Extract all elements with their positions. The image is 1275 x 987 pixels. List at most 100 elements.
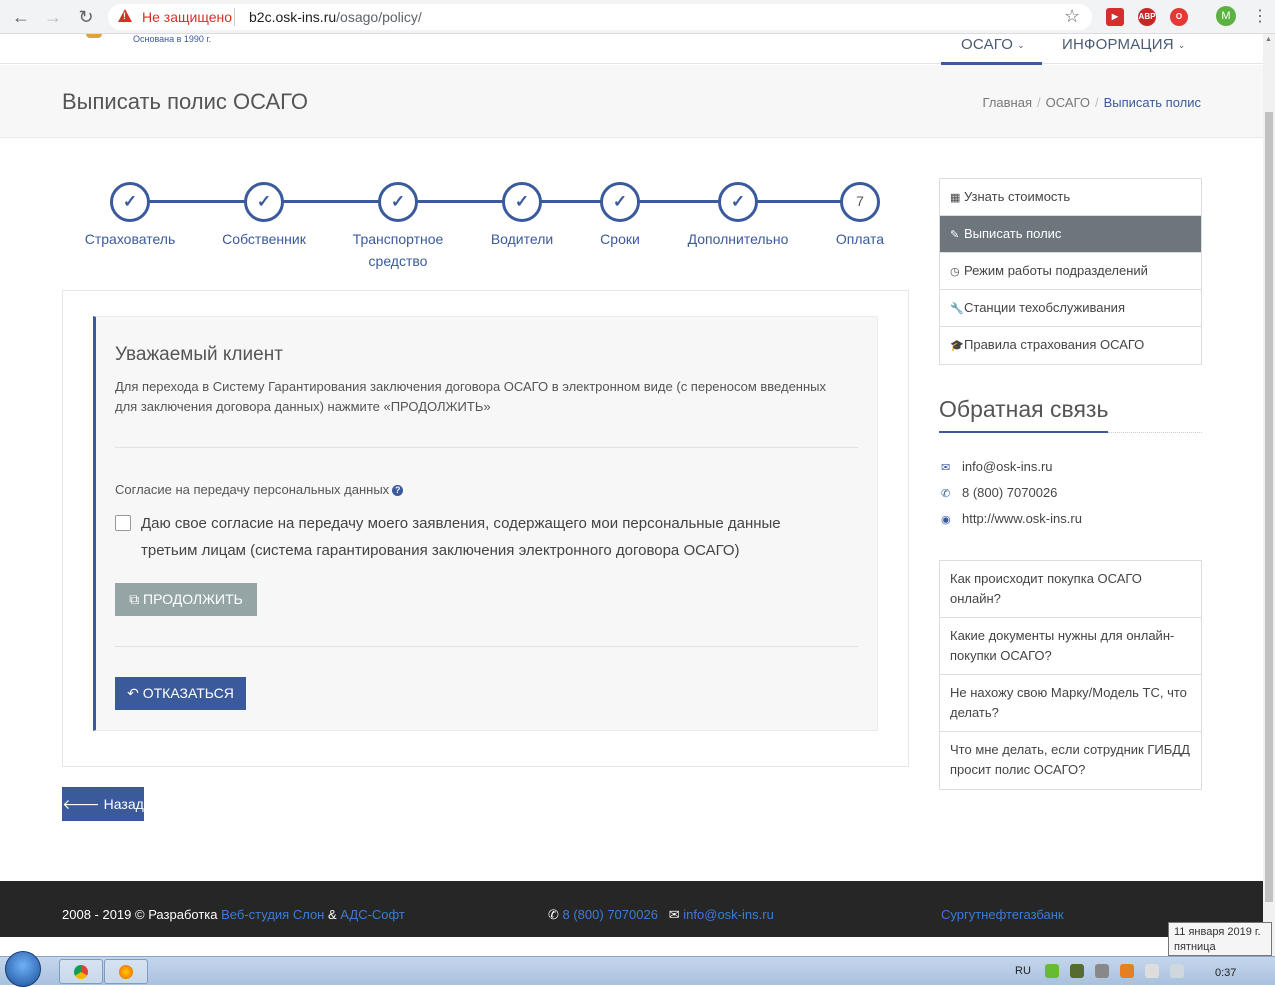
step-2-check-icon[interactable]: ✓ (244, 182, 284, 222)
sidebar-item-rules[interactable]: 🎓Правила страхования ОСАГО (940, 327, 1201, 364)
feedback-divider (1108, 432, 1202, 433)
consent-checkbox-label[interactable]: Даю свое согласие на передачу моего заяв… (141, 510, 841, 564)
sidebar-item-price[interactable]: ▦ Узнать стоимость (940, 179, 1201, 216)
url-divider (234, 8, 235, 26)
bookmark-star-icon[interactable]: ☆ (1064, 6, 1080, 27)
faq-item[interactable]: Как происходит покупка ОСАГО онлайн? (940, 561, 1201, 618)
question-circle-icon[interactable]: ? (392, 485, 404, 497)
panel-instruction-text: Для перехода в Систему Гарантирования за… (115, 379, 826, 414)
footer-email-link[interactable]: info@osk-ins.ru (683, 907, 774, 922)
sidebar-item-hours[interactable]: ◷ Режим работы подразделений (940, 253, 1201, 290)
contact-site[interactable]: ◉ http://www.osk-ins.ru (941, 511, 1082, 526)
page-scrollbar[interactable]: ▲ (1263, 34, 1275, 956)
feedback-title: Обратная связь (939, 396, 1109, 422)
panel-heading: Уважаемый клиент (115, 344, 283, 365)
faq-item[interactable]: Не нахожу свою Марку/Модель ТС, что дела… (940, 675, 1201, 732)
site-footer: 2008 - 2019 © Разработка Веб-студия Слон… (0, 881, 1263, 937)
envelope-icon: ✉ (941, 462, 951, 474)
continue-button[interactable]: ⧉ ПРОДОЛЖИТЬ (115, 583, 257, 616)
date-tooltip: 11 января 2019 г. пятница (1168, 922, 1272, 956)
globe-icon: ◉ (941, 514, 951, 526)
step-label-payment: Оплата (835, 231, 885, 247)
windows-start-icon[interactable] (5, 951, 41, 987)
breadcrumb-current: Выписать полис (1103, 95, 1201, 110)
logo-icon[interactable] (86, 34, 102, 38)
sidebar-menu: ▦ Узнать стоимость ✎ Выписать полис ◷ Режим… (939, 178, 1202, 365)
step-label-insurer[interactable]: Страхователь (60, 228, 200, 250)
back-button[interactable]: 🡐 Назад (62, 787, 144, 821)
scrollbar-thumb[interactable] (1265, 112, 1273, 902)
continue-button-label: ПРОДОЛЖИТЬ (143, 591, 243, 607)
breadcrumb-home[interactable]: Главная (983, 95, 1032, 110)
scroll-up-icon[interactable]: ▲ (1265, 36, 1272, 43)
wrench-icon: 🔧 (950, 303, 964, 315)
faq-item[interactable]: Какие документы нужны для онлайн-покупки… (940, 618, 1201, 675)
contact-phone-text: 8 (800) 7070026 (962, 485, 1058, 500)
address-bar[interactable]: Не защищено b2c.osk-ins.ru/osago/policy/… (108, 4, 1092, 30)
reply-arrow-icon: ↶ (127, 685, 143, 701)
external-link-icon: ⧉ (129, 591, 144, 607)
reload-icon[interactable]: ↻ (73, 4, 99, 30)
sidebar-item-label: Режим работы подразделений (964, 263, 1148, 278)
nav-information[interactable]: ИНФОРМАЦИЯ ⌄ (1062, 36, 1185, 53)
kebab-menu-icon[interactable]: ⋮ (1252, 6, 1268, 26)
faq-item[interactable]: Что мне делать, если сотрудник ГИБДД про… (940, 732, 1201, 789)
opera-vpn-icon[interactable]: O (1170, 8, 1188, 26)
edit-icon: ✎ (950, 229, 960, 241)
divider (115, 447, 858, 448)
step-6-check-icon[interactable]: ✓ (718, 182, 758, 222)
step-label-vehicle[interactable]: Транспортное средство (348, 228, 448, 272)
contact-email-text: info@osk-ins.ru (962, 459, 1053, 474)
tray-app-icon[interactable] (1070, 964, 1084, 978)
sidebar-item-service-stations[interactable]: 🔧Станции техобслуживания (940, 290, 1201, 327)
network-icon[interactable] (1170, 964, 1184, 978)
profile-avatar[interactable]: M (1216, 6, 1236, 26)
clock-icon: ◷ (950, 266, 960, 278)
tooltip-weekday: пятница (1174, 941, 1216, 953)
taskbar-firefox-icon[interactable] (104, 959, 148, 984)
taskbar-chrome-icon[interactable] (59, 959, 103, 984)
step-3-check-icon[interactable]: ✓ (378, 182, 418, 222)
nav-osago[interactable]: ОСАГО ⌄ (961, 36, 1025, 53)
sidebar-item-label: Выписать полис (964, 226, 1062, 241)
contact-email[interactable]: ✉ info@osk-ins.ru (941, 459, 1053, 474)
tray-app-icon[interactable] (1095, 964, 1109, 978)
volume-icon[interactable] (1145, 964, 1159, 978)
sidebar-item-label: Узнать стоимость (964, 189, 1071, 204)
footer-bank-link[interactable]: Сургутнефтегазбанк (941, 907, 1064, 922)
url-path: /osago/policy/ (336, 9, 422, 25)
tray-app-icon[interactable] (1120, 964, 1134, 978)
extension-record-icon[interactable]: ▶ (1106, 8, 1124, 26)
footer-dev1-link[interactable]: Веб-студия Слон (221, 907, 324, 922)
logo-subtitle: Основана в 1990 г. (133, 34, 212, 44)
not-secure-label: Не защищено (142, 9, 232, 25)
step-7-number: 7 (840, 182, 880, 222)
back-arrow-icon[interactable]: ← (8, 4, 34, 30)
step-4-check-icon[interactable]: ✓ (502, 182, 542, 222)
step-label-additional[interactable]: Дополнительно (668, 228, 808, 250)
sidebar-item-label: Правила страхования ОСАГО (964, 337, 1145, 352)
consent-checkbox[interactable] (115, 515, 131, 531)
page-title-band: Выписать полис ОСАГО Главная / ОСАГО / Выпис… (0, 65, 1263, 138)
footer-dev2-link[interactable]: АДС-Софт (340, 907, 405, 922)
consent-label: Согласие на передачу персональных данных… (115, 482, 404, 497)
footer-contacts: ✆ 8 (800) 7070026 ✉ info@osk-ins.ru (548, 907, 774, 923)
tray-app-icon[interactable] (1045, 964, 1059, 978)
arrow-left-icon: 🡐 (62, 796, 104, 812)
url-text[interactable]: b2c.osk-ins.ru/osago/policy/ (249, 9, 422, 25)
contact-phone[interactable]: ✆ 8 (800) 7070026 (941, 485, 1057, 500)
refuse-button[interactable]: ↶ ОТКАЗАТЬСЯ (115, 677, 246, 710)
footer-phone-link[interactable]: 8 (800) 7070026 (563, 907, 658, 922)
footer-copyright: 2008 - 2019 © Разработка Веб-студия Слон… (62, 907, 405, 922)
step-label-owner[interactable]: Собственник (194, 228, 334, 250)
tray-language[interactable]: RU (1015, 965, 1031, 977)
step-5-check-icon[interactable]: ✓ (600, 182, 640, 222)
adblock-icon[interactable]: ABP (1138, 8, 1156, 26)
browser-toolbar: ← → ↻ Не защищено b2c.osk-ins.ru/osago/p… (0, 0, 1275, 34)
breadcrumb-osago[interactable]: ОСАГО (1046, 95, 1090, 110)
step-1-check-icon[interactable]: ✓ (110, 182, 150, 222)
phone-icon: ✆ (548, 907, 563, 922)
tray-clock[interactable]: 0:37 (1215, 967, 1236, 979)
sidebar-item-issue-policy[interactable]: ✎ Выписать полис (940, 216, 1201, 253)
forward-arrow-icon[interactable]: → (40, 4, 66, 30)
